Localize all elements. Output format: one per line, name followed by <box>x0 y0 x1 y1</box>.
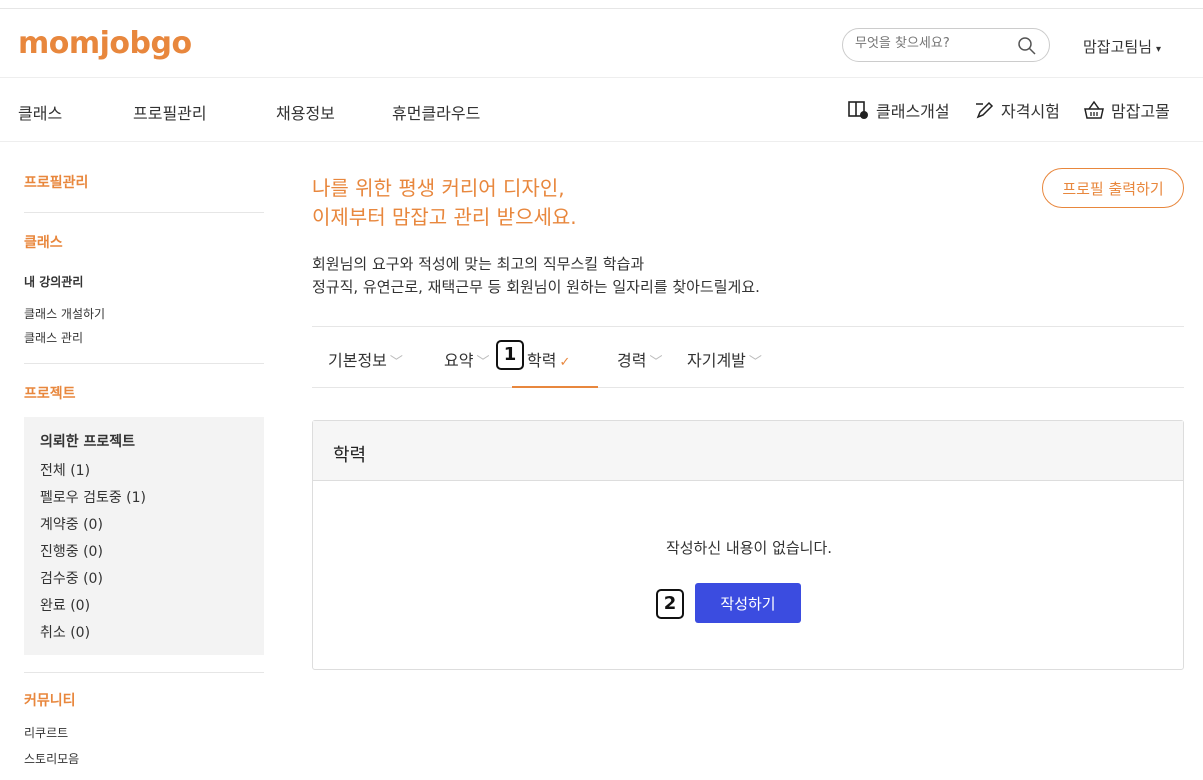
project-filter-all[interactable]: 전체 (1) <box>40 460 90 480</box>
check-icon: ✓ <box>559 355 571 370</box>
chevron-down-icon: ﹀ <box>649 355 663 370</box>
nav-item-profile[interactable]: 프로필관리 <box>133 100 207 124</box>
education-panel: 학력 작성하신 내용이 없습니다. 작성하기 <box>312 420 1184 670</box>
page-headline: 나를 위한 평생 커리어 디자인, 이제부터 맘잡고 관리 받으세요. <box>312 174 577 232</box>
tab-career[interactable]: 경력 ﹀ <box>617 347 662 371</box>
class-open-icon <box>848 101 868 119</box>
headline-line-2: 이제부터 맘잡고 관리 받으세요. <box>312 205 577 229</box>
sidebar-item-class[interactable]: 클래스 <box>24 232 63 252</box>
print-profile-button[interactable]: 프로필 출력하기 <box>1042 168 1184 208</box>
user-name: 맘잡고팀님 <box>1083 38 1153 56</box>
divider <box>24 672 264 673</box>
headline-line-1: 나를 위한 평생 커리어 디자인, <box>312 176 565 200</box>
tab-label: 학력 <box>527 351 557 370</box>
sidebar-item-profile[interactable]: 프로필관리 <box>24 172 88 192</box>
panel-title: 학력 <box>333 445 367 466</box>
active-tab-underline <box>512 386 598 388</box>
project-filter-done[interactable]: 완료 (0) <box>40 595 90 615</box>
sidebar-item-community[interactable]: 커뮤니티 <box>24 690 76 710</box>
divider <box>0 141 1203 142</box>
sidebar-item-class-open[interactable]: 클래스 개설하기 <box>24 305 105 322</box>
divider <box>24 212 264 213</box>
pen-icon <box>976 101 994 119</box>
logo[interactable]: momjobgo <box>18 26 192 61</box>
tab-label: 경력 <box>617 351 647 370</box>
user-menu[interactable]: 맘잡고팀님 ▾ <box>1083 36 1161 57</box>
project-box: 의뢰한 프로젝트 전체 (1) 펠로우 검토중 (1) 계약중 (0) 진행중 … <box>24 417 264 655</box>
nav-mall[interactable]: 맘잡고몰 <box>1083 98 1170 122</box>
nav-cert-exam[interactable]: 자격시험 <box>975 98 1060 122</box>
search-box[interactable] <box>842 28 1050 62</box>
nav-mall-label: 맘잡고몰 <box>1111 102 1170 121</box>
divider <box>24 363 264 364</box>
nav-item-class[interactable]: 클래스 <box>18 100 62 124</box>
search-icon[interactable] <box>1017 36 1037 56</box>
sidebar-item-project[interactable]: 프로젝트 <box>24 383 76 403</box>
nav-class-open-label: 클래스개설 <box>876 102 950 121</box>
annotation-marker-2: 2 <box>656 589 684 619</box>
tab-education[interactable]: 학력 ✓ <box>527 347 570 371</box>
nav-cert-exam-label: 자격시험 <box>1001 102 1060 121</box>
chevron-down-icon: ﹀ <box>476 355 490 370</box>
basket-icon <box>1084 100 1104 119</box>
requested-projects-title: 의뢰한 프로젝트 <box>40 434 136 450</box>
nav-item-jobs[interactable]: 채용정보 <box>276 100 335 124</box>
description-line-2: 정규직, 유연근로, 재택근무 등 회원님이 원하는 일자리를 찾아드릴게요. <box>312 278 760 296</box>
profile-tabs: 기본정보 ﹀ 요약 ﹀ 학력 ✓ 경력 ﹀ 자기계발 ﹀ <box>312 326 1184 388</box>
chevron-down-icon: ﹀ <box>389 355 403 370</box>
sidebar-item-stories[interactable]: 스토리모음 <box>24 750 79 767</box>
sidebar-item-my-lectures[interactable]: 내 강의관리 <box>24 273 83 290</box>
write-button[interactable]: 작성하기 <box>695 583 801 623</box>
divider <box>0 8 1203 9</box>
project-filter-progress[interactable]: 진행중 (0) <box>40 541 103 561</box>
tab-summary[interactable]: 요약 ﹀ <box>444 347 489 371</box>
search-input[interactable] <box>855 36 1015 51</box>
project-filter-contract[interactable]: 계약중 (0) <box>40 514 103 534</box>
nav-class-open[interactable]: 클래스개설 <box>848 98 950 122</box>
tab-label: 요약 <box>444 351 474 370</box>
sidebar-item-recruit[interactable]: 리쿠르트 <box>24 724 68 741</box>
project-filter-cancel[interactable]: 취소 (0) <box>40 622 90 642</box>
project-filter-review[interactable]: 펠로우 검토중 (1) <box>40 487 146 507</box>
tab-self-development[interactable]: 자기계발 ﹀ <box>687 347 762 371</box>
annotation-marker-1: 1 <box>496 340 524 370</box>
nav-item-human-cloud[interactable]: 휴먼클라우드 <box>392 100 480 124</box>
project-filter-inspection[interactable]: 검수중 (0) <box>40 568 103 588</box>
description-line-1: 회원님의 요구와 적성에 맞는 최고의 직무스킬 학습과 <box>312 255 645 273</box>
tab-basic-info[interactable]: 기본정보 ﹀ <box>328 347 403 371</box>
tab-label: 기본정보 <box>328 351 387 370</box>
panel-header: 학력 <box>313 421 1183 481</box>
page-description: 회원님의 요구와 적성에 맞는 최고의 직무스킬 학습과 정규직, 유연근로, … <box>312 253 760 299</box>
chevron-down-icon: ﹀ <box>748 355 762 370</box>
sidebar-item-class-manage[interactable]: 클래스 관리 <box>24 329 83 346</box>
chevron-down-icon: ▾ <box>1156 44 1162 55</box>
tab-label: 자기계발 <box>687 351 746 370</box>
empty-message: 작성하신 내용이 없습니다. <box>665 539 833 557</box>
